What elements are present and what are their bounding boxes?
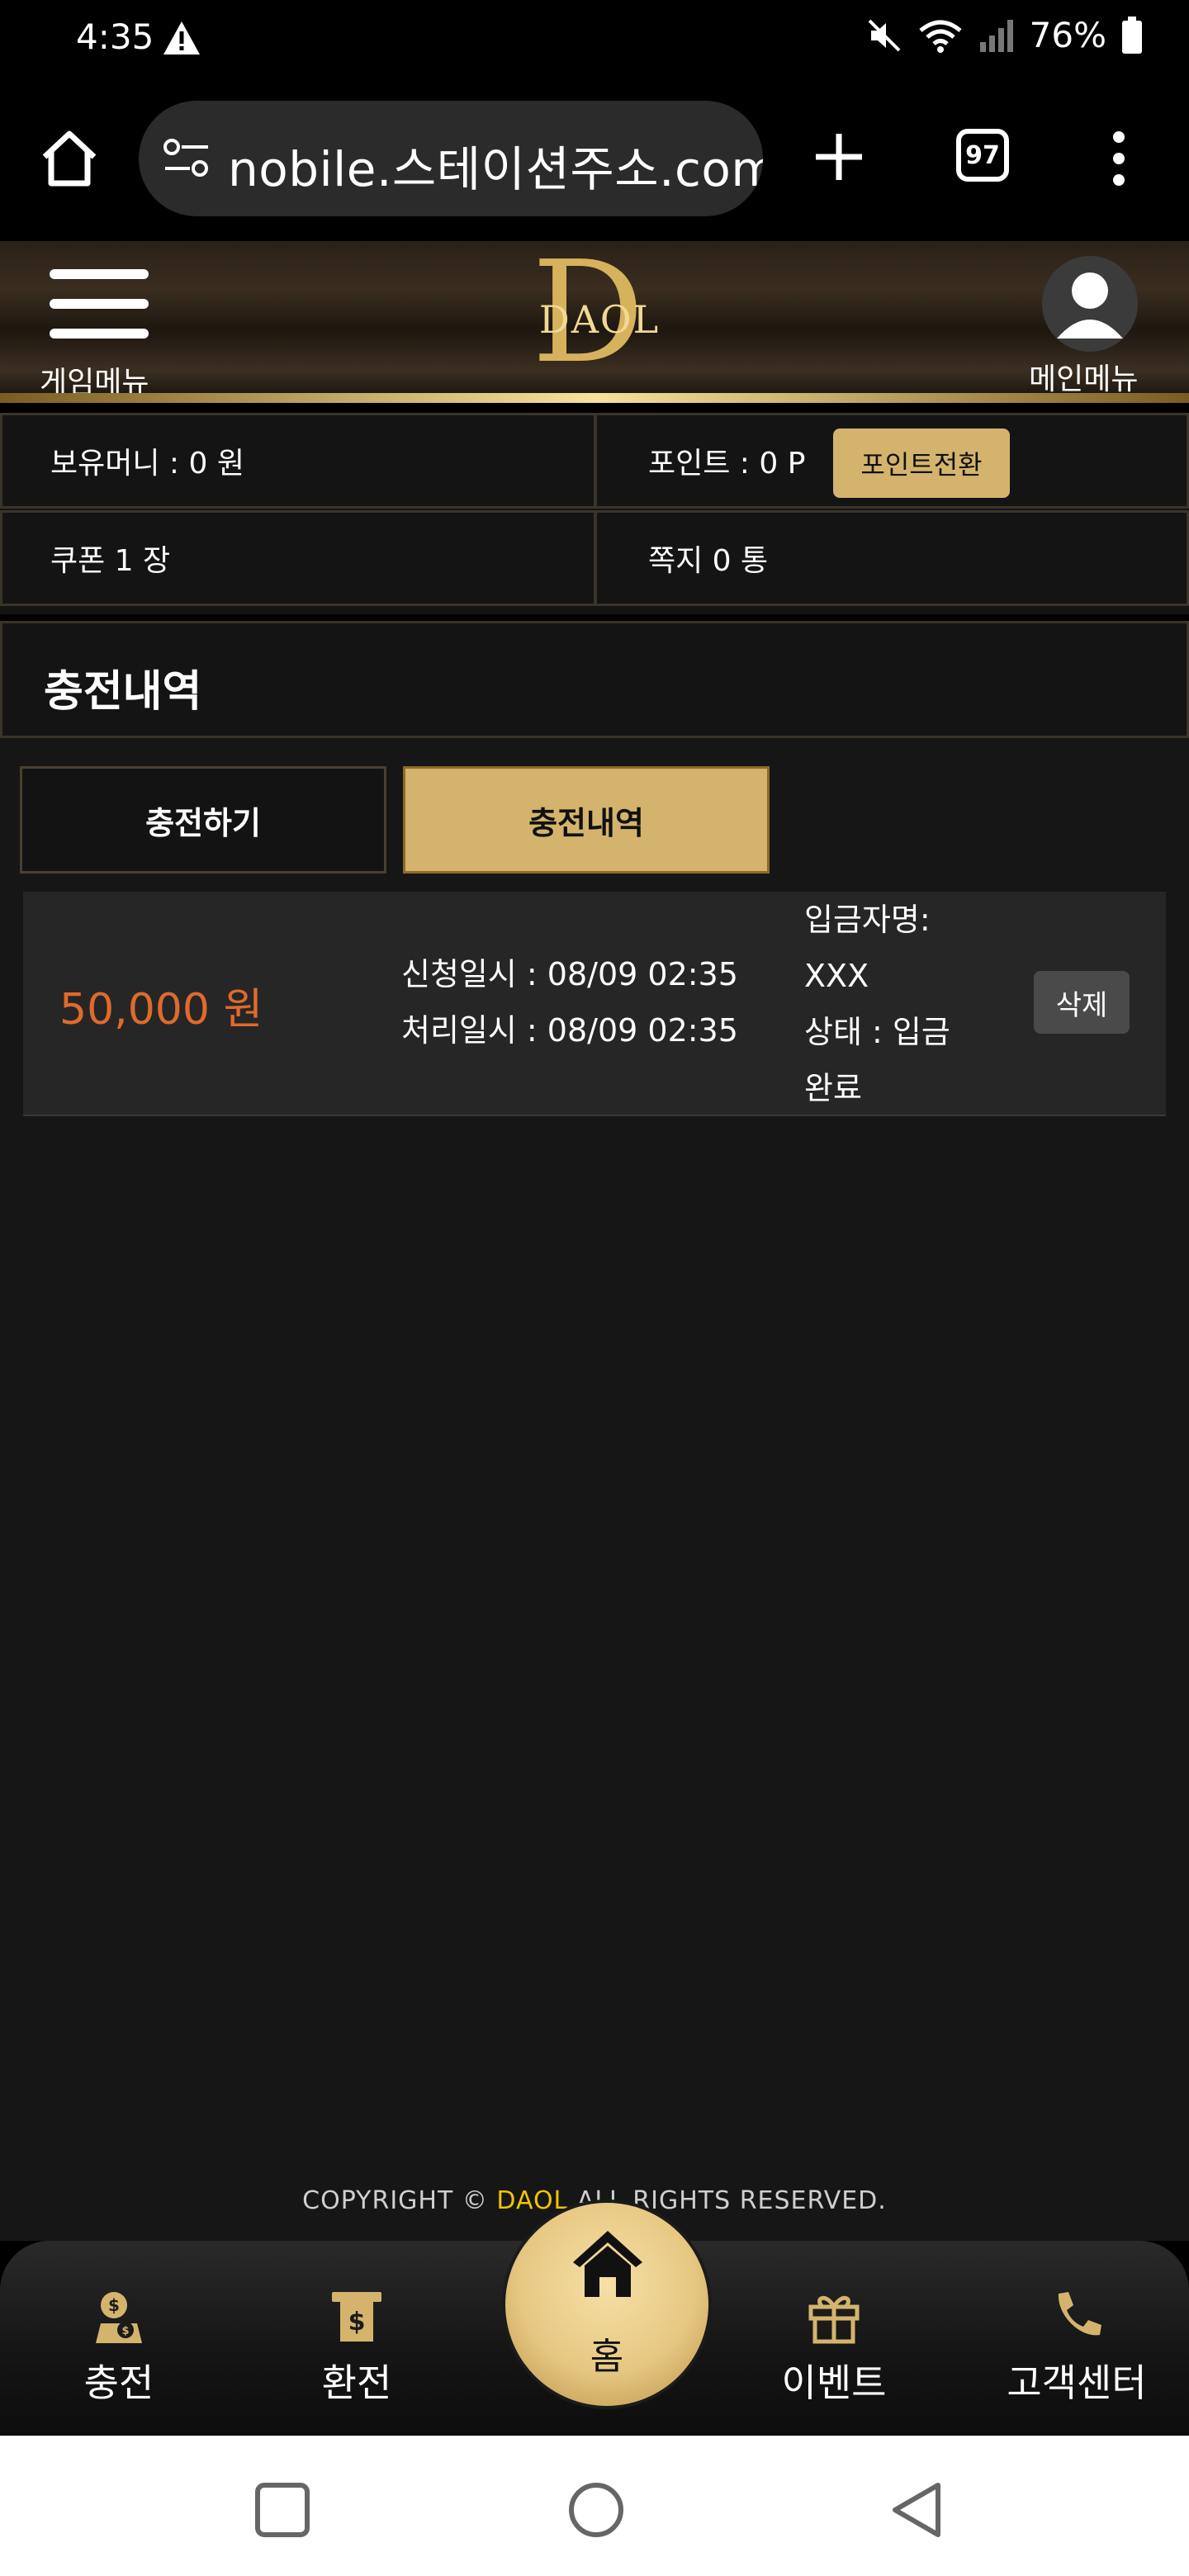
account-info: 보유머니 : 0 원 포인트 : 0 P 포인트전환 쿠폰 1 장 쪽지 0 통 [0,413,1189,614]
status-icons: 76% [866,15,1143,55]
site-header: 게임메뉴 D DAOL 메인메뉴 [0,241,1189,403]
battery-icon [1122,16,1142,54]
messages-cell[interactable]: 쪽지 0 통 [594,510,1189,606]
signal-icon [979,19,1013,52]
status-bar: 4:35 76% [0,0,1189,83]
requested-time: 신청일시 : 08/09 02:35 [401,956,738,992]
browser-home-icon[interactable] [36,125,102,192]
warning-icon [163,21,200,54]
url-text[interactable]: nobile.스테이션주소.com [228,130,763,200]
site-controls-icon[interactable] [162,135,211,182]
coupon-cell[interactable]: 쿠폰 1 장 [0,510,596,606]
list-item: 50,000 원 신청일시 : 08/09 02:35 처리일시 : 08/09… [23,892,1166,1116]
hamburger-line [50,329,149,339]
page-title-bar: 충전내역 [0,621,1189,738]
copyright-brand: DAOL [496,2186,569,2215]
browser-toolbar: nobile.스테이션주소.com 97 [0,83,1189,241]
record-info: 입금자명: XXX 상태 : 입금 완료 [804,892,969,1116]
home-circle-icon[interactable] [566,2480,626,2540]
depositor-label: 입금자명: [804,902,931,938]
record-dates: 신청일시 : 08/09 02:35 처리일시 : 08/09 02:35 [401,946,738,1058]
logo-text: DAOL [538,297,661,342]
copyright-prefix: COPYRIGHT © [302,2186,497,2215]
point-convert-button[interactable]: 포인트전환 [833,429,1010,498]
hamburger-icon [50,269,149,279]
points-cell: 포인트 : 0 P 포인트전환 [594,413,1189,509]
user-icon [1057,272,1123,339]
coin-bag-icon: $ $ [96,2292,142,2343]
main-content: 충전하기 충전내역 50,000 원 신청일시 : 08/09 02:35 처리… [0,738,1189,2241]
hamburger-line [50,299,149,309]
status-line-2: 완료 [804,1070,862,1106]
cash-withdraw-icon: $ [332,2292,381,2342]
points-text: 포인트 : 0 P [648,447,806,481]
tab-charge-history[interactable]: 충전내역 [403,766,770,874]
record-amount: 50,000 원 [59,985,263,1035]
main-menu-button[interactable]: 메인메뉴 [1024,256,1164,401]
system-nav-bar [0,2436,1189,2576]
gift-icon [808,2295,860,2344]
recents-icon[interactable] [253,2480,312,2540]
balance-cell: 보유머니 : 0 원 [0,413,596,509]
game-menu-button[interactable]: 게임메뉴 [36,259,172,400]
tab-count: 97 [965,140,1000,170]
nav-event[interactable]: 이벤트 [768,2241,900,2436]
back-icon[interactable] [887,2480,946,2540]
delete-button[interactable]: 삭제 [1034,971,1130,1034]
depositor-name: XXX [804,958,869,994]
nav-home-label: 홈 [590,2336,624,2378]
tab-switcher-button[interactable]: 97 [956,129,1009,182]
tab-charge[interactable]: 충전하기 [20,766,386,874]
nav-charge[interactable]: $ $ 충전 [53,2241,185,2436]
messages-text: 쪽지 0 통 [648,544,769,578]
wifi-icon [919,20,962,53]
site-logo[interactable]: D DAOL [517,243,682,385]
nav-exchange[interactable]: $ 환전 [291,2241,423,2436]
nav-charge-label: 충전 [83,2361,154,2405]
status-line-1: 상태 : 입금 [804,1014,950,1050]
processed-time: 처리일시 : 08/09 02:35 [401,1012,738,1049]
game-menu-label: 게임메뉴 [40,366,149,400]
new-tab-icon[interactable] [809,127,869,187]
status-time: 4:35 [76,17,154,57]
svg-text:$: $ [108,2295,120,2315]
coupon-text: 쿠폰 1 장 [50,544,171,578]
avatar [1042,256,1138,352]
nav-event-label: 이벤트 [781,2361,887,2405]
nav-support-label: 고객센터 [1007,2361,1147,2405]
bottom-nav: $ $ 충전 $ 환전 홈 이벤트 고객센터 [0,2203,1189,2436]
nav-exchange-label: 환전 [321,2361,392,2405]
mute-icon [868,19,901,51]
page-title: 충전내역 [44,667,202,717]
battery-percent: 76% [1029,15,1106,55]
nav-home[interactable]: 홈 [505,2203,708,2406]
svg-text:$: $ [348,2308,366,2337]
phone-icon [1058,2292,1101,2336]
browser-menu-icon[interactable] [1106,129,1131,188]
svg-text:$: $ [121,2325,129,2337]
balance-text: 보유머니 : 0 원 [50,447,244,481]
nav-support[interactable]: 고객센터 [994,2241,1159,2436]
home-icon [573,2231,642,2297]
main-menu-label: 메인메뉴 [1029,362,1139,396]
url-bar[interactable]: nobile.스테이션주소.com [139,101,763,216]
